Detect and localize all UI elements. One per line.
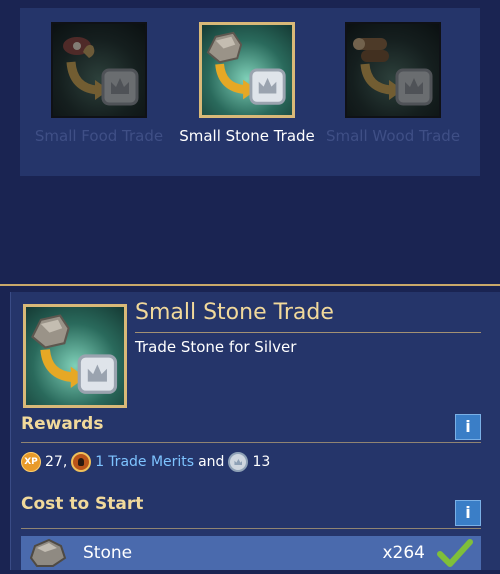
- cost-heading: Cost to Start: [21, 494, 144, 514]
- trade-option-label: Small Stone Trade: [179, 127, 315, 145]
- rewards-heading: Rewards: [21, 414, 104, 434]
- rewards-list: XP 27, 1 Trade Merits and 13: [21, 450, 270, 474]
- cost-item-row: Stone x264: [21, 536, 481, 570]
- panel-divider: [0, 284, 500, 286]
- rewards-divider: [21, 442, 481, 443]
- silver-coin-icon: [228, 452, 249, 472]
- silver-value: 13: [252, 454, 271, 470]
- cost-info-button[interactable]: i: [455, 500, 481, 526]
- rewards-info-button[interactable]: i: [455, 414, 481, 440]
- stone-icon: [27, 536, 71, 570]
- meat-to-silver-icon: [51, 22, 147, 118]
- trade-option-food[interactable]: Small Food Trade: [24, 22, 174, 146]
- wood-to-silver-icon: [345, 22, 441, 118]
- xp-icon: XP: [21, 452, 41, 472]
- trade-selector-panel: Small Food Trade Small Stone Trade Small…: [20, 8, 480, 176]
- trade-option-label: Small Food Trade: [34, 127, 164, 145]
- trade-merit-icon: [71, 452, 92, 472]
- cost-item-name: Stone: [83, 543, 133, 563]
- rewards-conjunction: and: [198, 454, 225, 470]
- trade-option-stone[interactable]: Small Stone Trade: [172, 22, 322, 146]
- cost-divider: [21, 528, 481, 529]
- trade-option-wood[interactable]: Small Wood Trade: [318, 22, 468, 146]
- trade-option-label: Small Wood Trade: [325, 127, 461, 145]
- detail-title: Small Stone Trade: [135, 300, 334, 325]
- cost-item-quantity: x264: [382, 543, 425, 563]
- title-divider: [135, 332, 481, 333]
- stone-to-silver-icon: [23, 304, 127, 408]
- trade-detail-panel: Small Stone Trade Trade Stone for Silver…: [10, 292, 500, 570]
- detail-description: Trade Stone for Silver: [135, 338, 297, 356]
- checkmark-icon: [437, 538, 473, 568]
- merit-count: 1: [95, 454, 105, 470]
- stone-to-silver-icon: [199, 22, 295, 118]
- xp-value: 27,: [45, 454, 68, 470]
- trade-merits-link[interactable]: Trade Merits: [108, 454, 194, 470]
